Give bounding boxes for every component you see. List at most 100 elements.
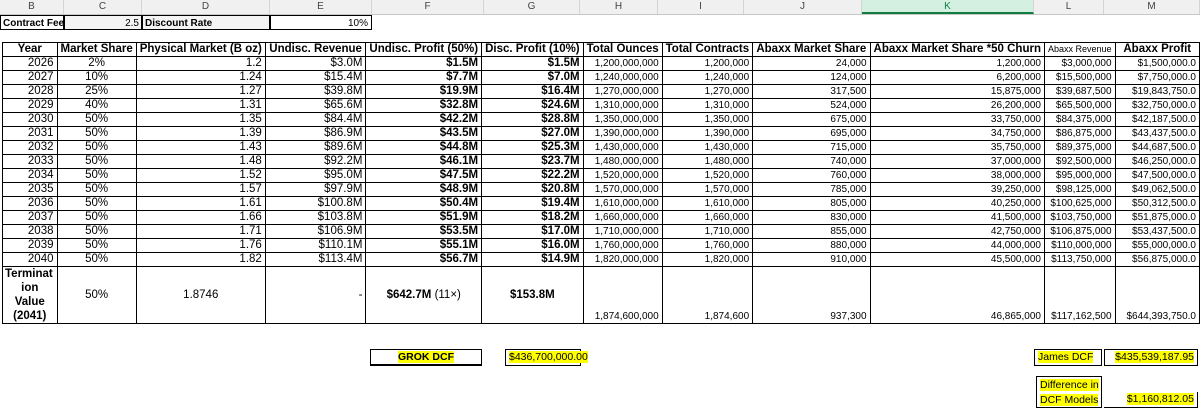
cell-physical-market[interactable]: 1.52 xyxy=(135,168,266,183)
header-abaxx-profit[interactable]: Abaxx Profit xyxy=(1114,42,1200,57)
cell-market-share[interactable]: 50% xyxy=(56,210,137,225)
cell-total-ounces[interactable]: 1,270,000,000 xyxy=(582,84,663,99)
cell-total-contracts[interactable]: 1,270,000 xyxy=(661,84,754,99)
cell-abaxx-profit[interactable]: $46,250,000.0 xyxy=(1114,154,1200,169)
cell-disc-profit[interactable]: $28.8M xyxy=(481,112,584,127)
cell-total-ounces[interactable]: 1,480,000,000 xyxy=(582,154,663,169)
cell-physical-market[interactable]: 1.76 xyxy=(135,238,266,253)
header-total-contracts[interactable]: Total Contracts xyxy=(661,42,754,57)
cell-abaxx-market-share[interactable]: 830,000 xyxy=(752,210,871,225)
cell-market-share[interactable]: 50% xyxy=(56,196,137,211)
cell-total-contracts[interactable]: 1,820,000 xyxy=(661,252,754,267)
cell-total-ounces[interactable]: 1,760,000,000 xyxy=(582,238,663,253)
column-header-j[interactable]: J xyxy=(744,0,862,14)
header-physical-market[interactable]: Physical Market (B oz) xyxy=(135,42,266,57)
column-header-h[interactable]: H xyxy=(580,0,658,14)
cell-undisc-revenue[interactable]: $65.6M xyxy=(264,98,367,113)
cell-abaxx-market-share[interactable]: 855,000 xyxy=(752,224,871,239)
cell-abaxx-churn[interactable]: 37,000,000 xyxy=(869,154,1045,169)
cell-market-share[interactable]: 40% xyxy=(56,98,137,113)
cell-abaxx-revenue[interactable]: $98,125,000 xyxy=(1043,182,1116,197)
cell-abaxx-churn[interactable]: 34,750,000 xyxy=(869,126,1045,141)
cell-abaxx-churn[interactable]: 38,000,000 xyxy=(869,168,1045,183)
cell-undisc-profit[interactable]: $48.9M xyxy=(365,182,483,197)
cell-undisc-revenue[interactable]: $97.9M xyxy=(264,182,367,197)
cell-total-contracts[interactable]: 1,240,000 xyxy=(661,70,754,85)
cell-abaxx-market-share[interactable]: 760,000 xyxy=(752,168,871,183)
cell-undisc-profit[interactable]: $55.1M xyxy=(365,238,483,253)
cell-physical-market[interactable]: 1.24 xyxy=(135,70,266,85)
difference-value-cell[interactable]: $1,160,812.05 xyxy=(1104,392,1198,408)
cell-abaxx-revenue[interactable]: $3,000,000 xyxy=(1043,56,1116,71)
column-header-k[interactable]: K xyxy=(862,0,1034,14)
cell-undisc-revenue[interactable]: $3.0M xyxy=(264,56,367,71)
cell-year[interactable]: 2030 xyxy=(2,112,58,127)
cell-undisc-profit[interactable]: $32.8M xyxy=(365,98,483,113)
cell-abaxx-revenue[interactable]: $113,750,000 xyxy=(1043,252,1116,267)
cell-abaxx-market-share[interactable]: 880,000 xyxy=(752,238,871,253)
cell-undisc-revenue[interactable]: $15.4M xyxy=(264,70,367,85)
cell-disc-profit[interactable]: $17.0M xyxy=(481,224,584,239)
cell-undisc-profit[interactable]: $46.1M xyxy=(365,154,483,169)
cell-total-contracts[interactable]: 1,570,000 xyxy=(661,182,754,197)
grok-dcf-label-cell[interactable]: GROK DCF xyxy=(370,349,482,366)
cell-market-share[interactable]: 50% xyxy=(56,238,137,253)
cell-year[interactable]: 2036 xyxy=(2,196,58,211)
cell-disc-profit[interactable]: $24.6M xyxy=(481,98,584,113)
cell-physical-market[interactable]: 1.82 xyxy=(135,252,266,267)
cell-total-contracts[interactable]: 1,660,000 xyxy=(661,210,754,225)
cell-abaxx-profit[interactable]: $50,312,500.0 xyxy=(1114,196,1200,211)
cell-total-ounces[interactable]: 1,310,000,000 xyxy=(582,98,663,113)
terminal-abaxx-churn[interactable]: 46,865,000 xyxy=(869,266,1045,324)
cell-abaxx-revenue[interactable]: $110,000,000 xyxy=(1043,238,1116,253)
cell-abaxx-profit[interactable]: $47,500,000.0 xyxy=(1114,168,1200,183)
cell-undisc-profit[interactable]: $7.7M xyxy=(365,70,483,85)
cell-physical-market[interactable]: 1.71 xyxy=(135,224,266,239)
contract-fee-label[interactable]: Contract Fee xyxy=(0,15,64,30)
column-header-m[interactable]: M xyxy=(1104,0,1200,14)
cell-year[interactable]: 2038 xyxy=(2,224,58,239)
column-header-f[interactable]: F xyxy=(372,0,484,14)
cell-undisc-profit[interactable]: $42.2M xyxy=(365,112,483,127)
cell-undisc-revenue[interactable]: $89.6M xyxy=(264,140,367,155)
terminal-disc-profit[interactable]: $153.8M xyxy=(481,266,584,324)
header-abaxx-churn[interactable]: Abaxx Market Share *50 Churn xyxy=(869,42,1045,57)
cell-undisc-profit[interactable]: $1.5M xyxy=(365,56,483,71)
cell-abaxx-profit[interactable]: $19,843,750.0 xyxy=(1114,84,1200,99)
cell-abaxx-market-share[interactable]: 24,000 xyxy=(752,56,871,71)
cell-physical-market[interactable]: 1.35 xyxy=(135,112,266,127)
cell-market-share[interactable]: 50% xyxy=(56,154,137,169)
cell-abaxx-market-share[interactable]: 715,000 xyxy=(752,140,871,155)
cell-physical-market[interactable]: 1.27 xyxy=(135,84,266,99)
cell-abaxx-churn[interactable]: 42,750,000 xyxy=(869,224,1045,239)
cell-abaxx-market-share[interactable]: 675,000 xyxy=(752,112,871,127)
terminal-abaxx-market-share[interactable]: 937,300 xyxy=(752,266,871,324)
cell-undisc-revenue[interactable]: $95.0M xyxy=(264,168,367,183)
cell-total-contracts[interactable]: 1,610,000 xyxy=(661,196,754,211)
cell-year[interactable]: 2031 xyxy=(2,126,58,141)
cell-undisc-profit[interactable]: $19.9M xyxy=(365,84,483,99)
terminal-undisc-revenue[interactable]: - xyxy=(264,266,367,324)
cell-disc-profit[interactable]: $16.4M xyxy=(481,84,584,99)
column-header-b[interactable]: B xyxy=(0,0,64,14)
header-abaxx-revenue[interactable]: Abaxx Revenue xyxy=(1043,42,1116,57)
cell-market-share[interactable]: 2% xyxy=(56,56,137,71)
cell-undisc-revenue[interactable]: $39.8M xyxy=(264,84,367,99)
terminal-total-ounces[interactable]: 1,874,600,000 xyxy=(582,266,663,324)
cell-total-contracts[interactable]: 1,710,000 xyxy=(661,224,754,239)
cell-year[interactable]: 2033 xyxy=(2,154,58,169)
cell-undisc-profit[interactable]: $56.7M xyxy=(365,252,483,267)
cell-market-share[interactable]: 25% xyxy=(56,84,137,99)
cell-undisc-revenue[interactable]: $84.4M xyxy=(264,112,367,127)
header-market-share[interactable]: Market Share xyxy=(56,42,137,57)
cell-abaxx-market-share[interactable]: 785,000 xyxy=(752,182,871,197)
cell-year[interactable]: 2032 xyxy=(2,140,58,155)
cell-disc-profit[interactable]: $25.3M xyxy=(481,140,584,155)
cell-year[interactable]: 2039 xyxy=(2,238,58,253)
cell-undisc-revenue[interactable]: $103.8M xyxy=(264,210,367,225)
terminal-undisc-profit-cell[interactable]: $642.7M (11×) xyxy=(365,266,483,324)
cell-market-share[interactable]: 50% xyxy=(56,168,137,183)
cell-total-ounces[interactable]: 1,660,000,000 xyxy=(582,210,663,225)
header-abaxx-market-share[interactable]: Abaxx Market Share xyxy=(752,42,871,57)
cell-year[interactable]: 2035 xyxy=(2,182,58,197)
